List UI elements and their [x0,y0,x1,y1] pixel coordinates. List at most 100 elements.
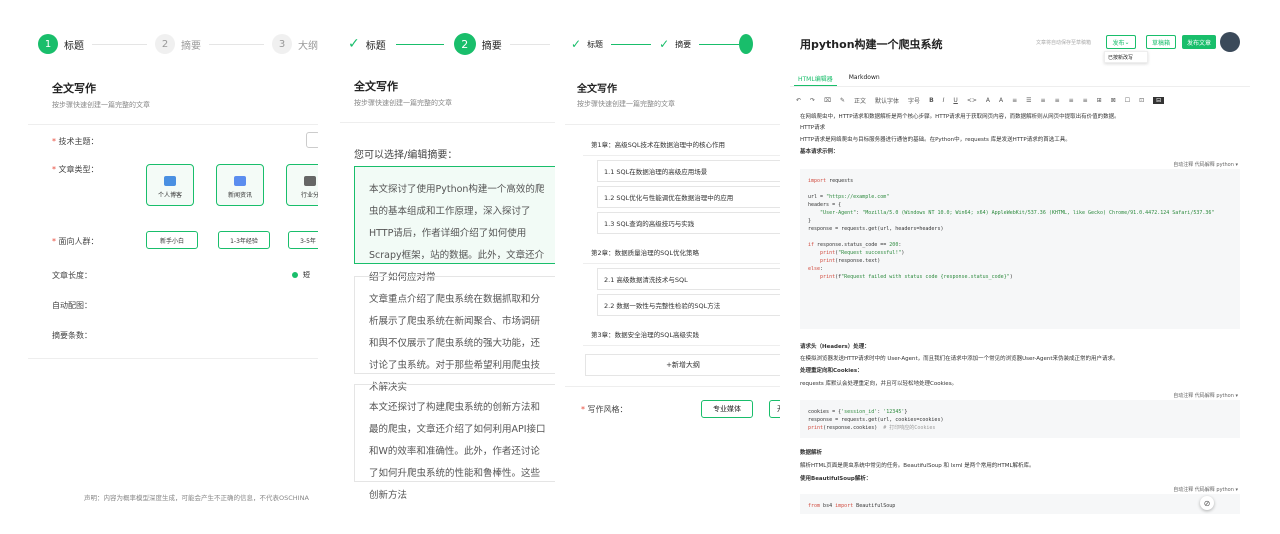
abstract-option-1[interactable]: 本文探讨了使用Python构建一个高效的爬虫的基本组成和工作原理，深入探讨了HT… [354,166,555,283]
justify-button[interactable]: ≡ [1083,97,1088,104]
topic-field-label: * 技术主题： [52,137,99,146]
paint-icon[interactable]: ✎ [840,97,845,104]
page-subtitle: 按步骤快速创建一篇完整的文章 [354,99,452,107]
step-1-label: 标题 [64,40,84,52]
block-icon[interactable]: ⊘ [1200,496,1214,510]
fullscreen-button[interactable]: ⊡ [1139,97,1144,104]
page-title: 全文写作 [354,80,398,93]
rewrite-menu-item[interactable]: 已按新改写 [1104,51,1148,63]
audience-1-3y-button[interactable]: 1-3年经验 [218,231,270,249]
radio-dot-icon [292,272,298,278]
publish-article-button[interactable]: 发布文章 [1182,35,1216,49]
heading: HTTP请求 [800,125,826,131]
type-field-label: * 文章类型： [52,165,99,174]
check-icon: ✓ [348,36,360,52]
heading: 基本请求示例： [800,149,839,155]
outline-section[interactable]: 1.3 SQL查询的高级技巧与实践 [597,212,780,234]
topic-input[interactable] [306,132,318,148]
style-dev-button[interactable]: 开发 [769,400,780,418]
type-card-news[interactable]: 新闻资讯 [216,164,264,206]
divider [28,124,318,125]
abstract-option-3[interactable]: 本文还探讨了构建爬虫系统的创新方法和最的爬虫，文章还介绍了如何利用API接口和W… [354,384,555,501]
step-1-number[interactable]: 1 [38,34,58,54]
type-card-personal-blog[interactable]: 个人博客 [146,164,194,206]
underline-button[interactable]: U [953,97,957,104]
step-2-number[interactable]: 2 [453,33,476,55]
outline-chapter[interactable]: 第2章：数据质量治理的SQL优化策略 [583,240,780,264]
outline-section[interactable]: 2.1 高级数据清洗技术与SQL [597,268,780,290]
abstract-count-label: 摘要条数： [52,331,92,340]
step-2-number[interactable]: 2 [155,34,175,54]
step-divider [92,43,147,45]
audience-3-5y-button[interactable]: 3-5年 [288,231,318,249]
step-3-number[interactable]: 3 [272,34,292,54]
ordered-list-button[interactable]: ☰ [1026,97,1031,104]
paragraph-select[interactable]: 正文 [854,96,866,105]
box-button[interactable]: ☐ [1125,97,1130,104]
avatar[interactable] [1220,32,1240,52]
panel-full-writing-step3: ✓ 标题 ✓ 摘要 全文写作 按步骤快速创建一篇完整的文章 第1章：高级SQL技… [565,24,780,514]
source-button[interactable]: ⊟ [1153,97,1165,104]
align-center-button[interactable]: ≡ [1055,97,1060,104]
abstract-option-2[interactable]: 文章重点介绍了爬虫系统在数据抓取和分析展示了爬虫系统在新闻聚合、市场调研和舆不仅… [354,276,555,393]
outline-section[interactable]: 2.2 数据一致性与完整性检验的SQL方法 [597,294,780,316]
chevron-down-icon: ⌄ [1124,38,1130,46]
outline-section[interactable]: 1.1 SQL在数据治理的高级应用场景 [597,160,780,182]
heading: 请求头（Headers）处理： [800,344,870,350]
bold-button[interactable]: B [929,97,934,104]
code-block[interactable]: import requests url = "https://example.c… [800,169,1240,329]
check-icon: ✓ [571,37,582,51]
stepper: ✓ 标题 2 摘要 [340,24,555,64]
align-right-button[interactable]: ≡ [1069,97,1074,104]
font-size-select[interactable]: 字号 [908,96,920,105]
add-outline-button[interactable]: +新增大纲 [585,354,780,376]
autosave-hint: 文章将自动保存至草稿箱 [1036,40,1092,46]
code-block[interactable]: cookies = {'session_id': '12345'} respon… [800,400,1240,438]
step-divider [509,43,550,45]
font-family-select[interactable]: 默认字体 [875,96,899,105]
redo-icon[interactable]: ↷ [810,97,815,104]
tab-markdown[interactable]: Markdown [845,72,884,86]
audience-field-label: * 面向人群： [52,237,99,246]
style-field-label: * 写作风格： [581,405,628,414]
align-left-button[interactable]: ≡ [1041,97,1046,104]
code-block-meta[interactable]: 自动注释 代码解释 python ▾ [1173,392,1238,399]
page-subtitle: 按步骤快速创建一篇完整的文章 [577,100,675,108]
divider [28,358,318,359]
list-button[interactable]: ≡ [1012,97,1017,104]
code-block-meta[interactable]: 自动注释 代码解释 python ▾ [1173,486,1238,493]
type-card-label: 行业分 [300,192,318,199]
outline-section[interactable]: 1.2 SQL优化与性能调优在数据治理中的应用 [597,186,780,208]
length-radio[interactable]: 短 [292,270,310,280]
step-3-number[interactable] [739,34,754,54]
tab-html-editor[interactable]: HTML编辑器 [794,72,837,86]
image-button[interactable]: ⊠ [1111,97,1116,104]
audience-beginner-button[interactable]: 新手小白 [146,231,198,249]
table-button[interactable]: ⊞ [1097,97,1102,104]
style-professional-button[interactable]: 专业媒体 [701,400,753,418]
page-title: 全文写作 [52,82,96,95]
outline-chapter[interactable]: 第3章：数据安全治理的SQL高级实践 [583,322,780,346]
check-icon: ✓ [659,37,670,51]
type-card-industry[interactable]: 行业分 [286,164,318,206]
bg-color-button[interactable]: A [999,97,1003,104]
article-title[interactable]: 用python构建一个爬虫系统 [800,36,943,52]
draft-box-button[interactable]: 草稿箱 [1146,35,1176,49]
code-block-meta[interactable]: 自动注释 代码解释 python ▾ [1173,161,1238,168]
publish-dropdown[interactable]: 发布 ⌄ [1106,35,1136,49]
outline-chapter[interactable]: 第1章：高级SQL技术在数据治理中的核心作用 [583,132,780,156]
paragraph: 解析HTML页面是爬虫系统中常见的任务。BeautifulSoup 和 lxml… [800,463,1035,469]
code-block[interactable]: from bs4 import BeautifulSoup soup = Bea… [800,494,1240,514]
header: 全文写作 按步骤快速创建一篇完整的文章 [354,78,452,108]
heading: 数据解析 [800,450,823,456]
italic-button[interactable]: I [943,97,945,104]
undo-icon[interactable]: ↶ [796,97,801,104]
industry-icon [304,176,316,186]
panel-full-writing-step2: ✓ 标题 2 摘要 全文写作 按步骤快速创建一篇完整的文章 您可以选择/编辑摘要… [340,24,555,514]
step-2-label: 摘要 [481,40,502,52]
code-button[interactable]: <> [967,97,977,104]
abstract-prompt: 您可以选择/编辑摘要： [354,150,458,161]
stepper: 1 标题 2 摘要 3 大纲 [28,24,318,64]
clear-format-icon[interactable]: ⌧ [824,97,831,104]
font-color-button[interactable]: A [986,97,990,104]
